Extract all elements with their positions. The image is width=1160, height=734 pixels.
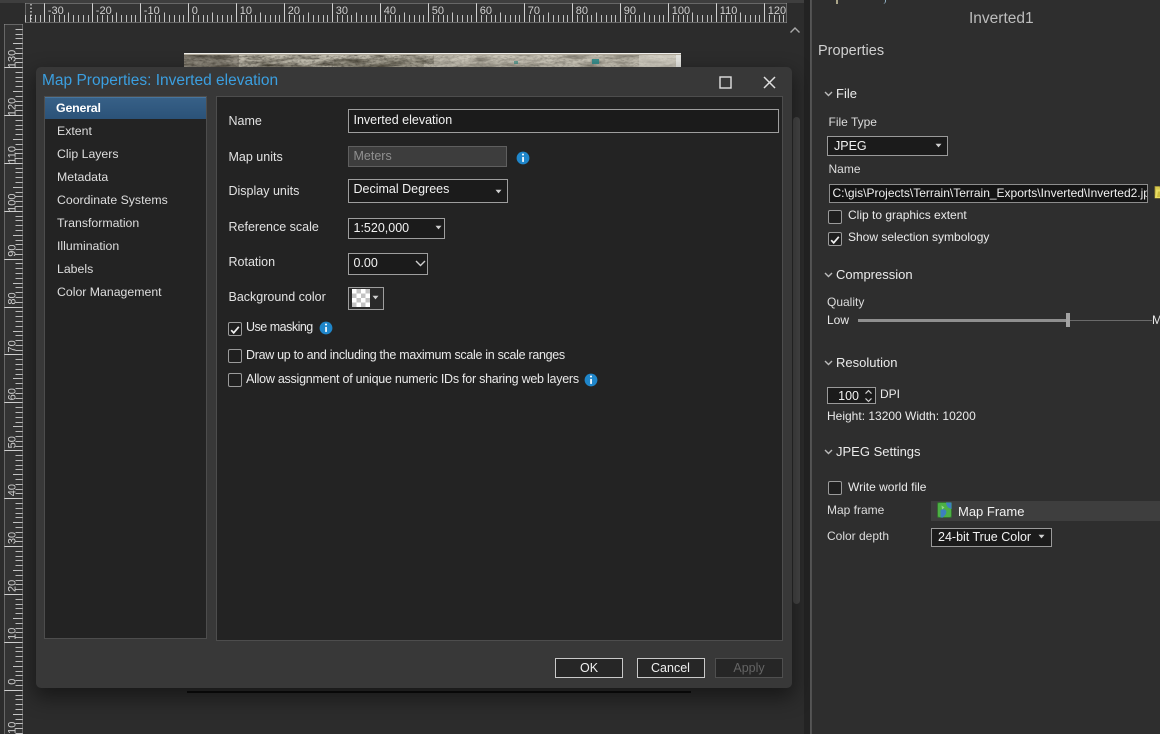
svg-text:-20: -20 (96, 5, 112, 17)
svg-text:80: 80 (576, 5, 588, 17)
svg-text:90: 90 (7, 244, 19, 256)
svg-text:50: 50 (432, 5, 444, 17)
svg-text:110: 110 (720, 5, 738, 17)
svg-text:20: 20 (288, 5, 300, 17)
svg-text:100: 100 (672, 5, 690, 17)
svg-text:10: 10 (240, 5, 252, 17)
svg-text:50: 50 (7, 436, 19, 448)
svg-text:40: 40 (7, 483, 19, 495)
svg-text:10: 10 (7, 627, 19, 639)
svg-text:30: 30 (336, 5, 348, 17)
svg-text:30: 30 (7, 531, 19, 543)
svg-text:110: 110 (7, 146, 19, 164)
svg-text:80: 80 (7, 292, 19, 304)
svg-text:120: 120 (7, 97, 19, 115)
svg-text:120: 120 (768, 5, 786, 17)
svg-text:60: 60 (480, 5, 492, 17)
svg-text:0: 0 (7, 678, 19, 684)
svg-text:-10: -10 (144, 5, 160, 17)
svg-text:70: 70 (528, 5, 540, 17)
svg-text:90: 90 (624, 5, 636, 17)
svg-text:-30: -30 (48, 5, 64, 17)
svg-text:130: 130 (7, 49, 19, 67)
svg-text:60: 60 (7, 388, 19, 400)
svg-text:40: 40 (384, 5, 396, 17)
svg-text:0: 0 (192, 5, 198, 17)
svg-text:100: 100 (7, 193, 19, 211)
svg-text:20: 20 (7, 579, 19, 591)
svg-text:-10: -10 (7, 721, 19, 734)
svg-text:70: 70 (7, 340, 19, 352)
